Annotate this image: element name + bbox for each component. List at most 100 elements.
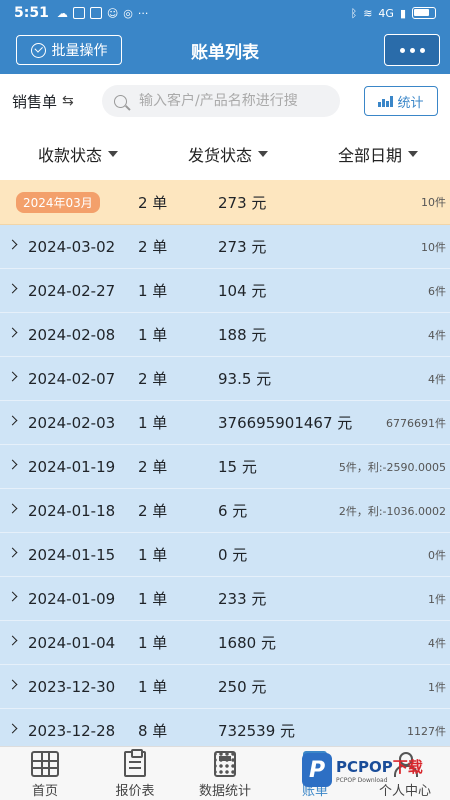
- bill-list: 2024年03月 2 单 273 元 10件 2024-03-02 2 单 273 …: [0, 180, 450, 746]
- grid-icon: [31, 751, 59, 777]
- bill-row[interactable]: 2024-02-27 1 单 104 元 6件: [0, 269, 450, 313]
- row-order-count: 2 单: [138, 238, 168, 256]
- row-order-count: 1 单: [138, 546, 168, 564]
- row-order-count: 1 单: [138, 414, 168, 432]
- row-order-count: 8 单: [138, 722, 168, 740]
- bill-row[interactable]: 2024-02-08 1 单 188 元 4件: [0, 313, 450, 357]
- notification-icon-5: ◎: [123, 6, 133, 20]
- statistics-label: 统计: [397, 94, 424, 110]
- caret-down-icon: [408, 151, 419, 157]
- notification-icon-1: ☁: [56, 6, 68, 20]
- row-item-count: 1127件: [407, 724, 446, 738]
- chevron-right-icon: [7, 503, 18, 514]
- bluetooth-icon: ᛒ: [350, 6, 358, 20]
- chevron-right-icon: [7, 635, 18, 646]
- row-item-count: 6件: [428, 284, 446, 298]
- row-amount: 273 元: [218, 238, 267, 256]
- chevron-right-icon: [7, 415, 18, 426]
- bill-row[interactable]: 2024-03-02 2 单 273 元 10件: [0, 225, 450, 269]
- row-item-count: 6776691件: [386, 416, 446, 430]
- chevron-right-icon: [7, 547, 18, 558]
- signal-icon: ▮: [399, 6, 406, 20]
- row-amount: 188 元: [218, 326, 267, 344]
- row-amount: 15 元: [218, 458, 257, 476]
- row-date: 2024-02-03: [28, 413, 116, 432]
- bill-row[interactable]: 2024-01-15 1 单 0 元 0件: [0, 533, 450, 577]
- row-order-count: 2 单: [138, 458, 168, 476]
- month-badge: 2024年03月: [16, 191, 100, 213]
- chevron-right-icon: [7, 371, 18, 382]
- row-date: 2024-03-02: [28, 237, 116, 256]
- month-amount: 273 元: [218, 193, 267, 212]
- bill-row[interactable]: 2023-12-30 1 单 250 元 1件: [0, 665, 450, 709]
- nav-quote[interactable]: 报价表: [90, 747, 180, 800]
- wifi-icon: ≋: [363, 6, 373, 20]
- bill-row[interactable]: 2024-01-19 2 单 15 元 5件，利:-2590.0005: [0, 445, 450, 489]
- pcpop-watermark: P PCPOP下载 PCPOP Download: [302, 748, 446, 792]
- nav-statistics[interactable]: 数据统计: [180, 747, 270, 800]
- row-date: 2024-01-18: [28, 501, 116, 520]
- filter-row: 收款状态 发货状态 全部日期: [0, 128, 450, 180]
- clipboard-icon: [124, 749, 146, 777]
- nav-home-label: 首页: [31, 784, 58, 799]
- caret-down-icon: [108, 151, 119, 157]
- notification-icon-4: ☺: [106, 6, 119, 20]
- bill-row[interactable]: 2023-12-28 8 单 732539 元 1127件: [0, 709, 450, 746]
- more-dot: [419, 47, 425, 53]
- month-order-count: 2 单: [138, 193, 168, 212]
- bill-row[interactable]: 2024-01-04 1 单 1680 元 4件: [0, 621, 450, 665]
- bar: [390, 96, 393, 107]
- app-header: 批量操作 账单列表: [0, 26, 450, 74]
- nav-home[interactable]: 首页: [0, 747, 90, 800]
- statistics-button[interactable]: 统计: [364, 86, 438, 116]
- status-bar: 5:51 ☁ ☺ ◎ ··· ᛒ ≋ 4G ▮: [0, 0, 450, 26]
- watermark-brand: PCPOP下载: [336, 756, 423, 777]
- nav-quote-label: 报价表: [115, 784, 155, 799]
- row-order-count: 1 单: [138, 634, 168, 652]
- row-amount: 1680 元: [218, 634, 276, 652]
- more-button[interactable]: [384, 34, 440, 66]
- row-item-count: 4件: [428, 372, 446, 386]
- date-filter-label: 全部日期: [338, 146, 403, 165]
- bill-row[interactable]: 2024-02-03 1 单 376695901467 元 6776691件: [0, 401, 450, 445]
- notification-icon-3: [89, 7, 102, 19]
- date-filter[interactable]: 全部日期: [338, 142, 419, 166]
- row-item-count: 0件: [428, 548, 446, 562]
- notification-more-icon: ···: [137, 6, 149, 20]
- payment-status-filter[interactable]: 收款状态: [38, 142, 119, 166]
- order-type-label: 销售单: [12, 92, 58, 111]
- bill-row[interactable]: 2024-01-09 1 单 233 元 1件: [0, 577, 450, 621]
- bar: [378, 102, 381, 107]
- watermark-brand-b: 下载: [392, 758, 423, 776]
- search-input[interactable]: [139, 93, 339, 109]
- row-amount: 250 元: [218, 678, 267, 696]
- bar: [386, 101, 389, 107]
- row-amount: 0 元: [218, 546, 248, 564]
- row-date: 2024-01-15: [28, 545, 116, 564]
- order-type-switch[interactable]: 销售单 ⇆: [12, 91, 102, 112]
- shipping-status-filter[interactable]: 发货状态: [188, 142, 269, 166]
- row-date: 2024-02-08: [28, 325, 116, 344]
- row-order-count: 1 单: [138, 326, 168, 344]
- payment-status-label: 收款状态: [38, 146, 103, 165]
- shipping-status-label: 发货状态: [188, 146, 253, 165]
- chevron-right-icon: [7, 459, 18, 470]
- more-dots-icon: [399, 47, 405, 53]
- row-date: 2024-01-09: [28, 589, 116, 608]
- row-item-count: 5件，利:-2590.0005: [338, 460, 446, 474]
- row-item-count: 10件: [421, 240, 446, 254]
- bill-row[interactable]: 2024-01-18 2 单 6 元 2件，利:-1036.0002: [0, 489, 450, 533]
- row-item-count: 1件: [428, 592, 446, 606]
- search-box[interactable]: [102, 85, 340, 117]
- batch-operation-button[interactable]: 批量操作: [16, 35, 122, 65]
- row-item-count: 2件，利:-1036.0002: [338, 504, 446, 518]
- chevron-right-icon: [7, 723, 18, 734]
- more-dot: [409, 47, 415, 53]
- battery-icon: [412, 7, 436, 19]
- watermark-text: PCPOP下载 PCPOP Download: [336, 756, 423, 784]
- network-label: 4G: [378, 6, 394, 20]
- watermark-sub: PCPOP Download: [336, 777, 388, 784]
- month-group-header[interactable]: 2024年03月 2 单 273 元 10件: [0, 180, 450, 225]
- row-date: 2023-12-28: [28, 721, 116, 740]
- bill-row[interactable]: 2024-02-07 2 单 93.5 元 4件: [0, 357, 450, 401]
